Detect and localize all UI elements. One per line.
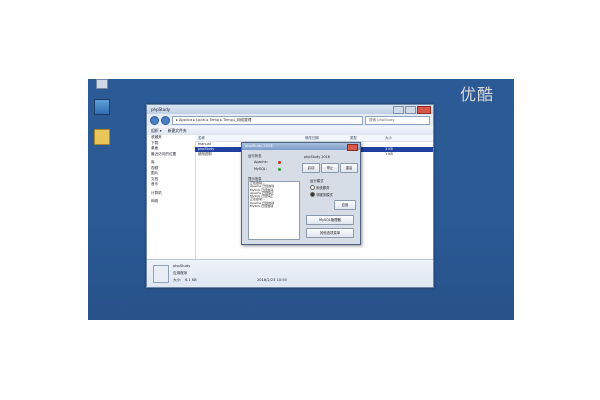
column-type[interactable]: 类型 <box>350 135 357 141</box>
mode-service-radio[interactable] <box>310 185 315 190</box>
video-watermark: 优酷 <box>459 85 494 104</box>
desktop: 优酷 phpStudy ▸ Applica ▸ Local ▸ Temp ▸ T… <box>88 79 514 320</box>
dialog-title[interactable]: phpStudy 2016 <box>242 143 360 150</box>
desktop-icon-computer[interactable] <box>88 99 116 117</box>
maximize-button[interactable] <box>405 106 416 114</box>
desktop-icon-recycle-bin[interactable] <box>88 79 116 91</box>
mode-service-label: 系统服务 <box>316 186 330 190</box>
details-type: 应用程序 <box>173 271 188 275</box>
search-input[interactable]: 搜索 phpStudy <box>365 115 430 125</box>
organize-menu[interactable]: 组织 ▾ <box>151 128 162 134</box>
apply-button[interactable]: 应用 <box>334 200 356 210</box>
desktop-icon-folder[interactable] <box>88 129 116 147</box>
mysql-status-indicator <box>278 168 281 171</box>
address-bar[interactable]: ▸ Applica ▸ Local ▸ Temp ▸ Temp1_网络整理 <box>172 115 363 125</box>
new-folder-button[interactable]: 新建文件夹 <box>168 128 187 134</box>
application-icon <box>153 265 169 283</box>
recycle-bin-icon <box>96 79 108 89</box>
phpstudy-dialog: phpStudy 2016 运行状态 Apache: MySQL: phpStu… <box>241 142 361 245</box>
nav-item-music[interactable]: 音乐 <box>147 182 195 188</box>
nav-item-network[interactable]: 网络 <box>147 199 195 205</box>
mysql-label: MySQL: <box>254 167 267 171</box>
file-name: 使用说明 <box>198 152 212 156</box>
apache-label: Apache: <box>254 160 268 164</box>
forward-button[interactable] <box>161 115 170 125</box>
start-button[interactable]: 启动 <box>302 163 320 173</box>
dialog-close-button[interactable] <box>347 144 358 151</box>
back-button[interactable] <box>150 115 159 125</box>
column-name[interactable]: 名称 <box>198 135 205 141</box>
computer-icon <box>94 99 110 115</box>
file-size: 1 KB <box>385 152 393 156</box>
navigation-pane: 收藏夹 下载 桌面 最近访问的位置 库 视频 图片 文档 音乐 计算机 网络 <box>147 135 196 260</box>
column-header: 名称 修改日期 类型 大小 <box>195 135 433 142</box>
apache-status-indicator <box>278 161 281 164</box>
explorer-titlebar[interactable]: phpStudy <box>147 105 433 114</box>
window-title: phpStudy <box>151 107 171 112</box>
details-size-label: 大小: <box>173 278 182 282</box>
address-row: ▸ Applica ▸ Local ▸ Temp ▸ Temp1_网络整理 搜索… <box>147 114 433 126</box>
details-modified: 2016/2/23 10:50 <box>257 278 287 282</box>
other-options-button[interactable]: 其他选项菜单 <box>306 228 354 238</box>
mode-heading: 运行模式 <box>310 179 324 183</box>
details-name: phpStudy <box>173 264 191 268</box>
column-modified[interactable]: 修改日期 <box>305 135 319 141</box>
column-size[interactable]: 大小 <box>385 135 392 141</box>
log-box: 正在启动... Apache 已经启动 MySQL 已经启动 Apache 已经… <box>248 181 300 240</box>
stop-button[interactable]: 停止 <box>321 163 339 173</box>
details-size: 6.1 KB <box>185 278 197 282</box>
mode-nonservice-radio[interactable] <box>310 192 315 197</box>
mode-nonservice-label: 非服务模式 <box>316 193 333 197</box>
version-label: phpStudy 2016 <box>304 155 330 159</box>
mysql-manager-button[interactable]: MySQL管理器 <box>306 215 354 225</box>
nav-item-computer[interactable]: 计算机 <box>147 191 195 197</box>
close-button[interactable] <box>417 106 431 114</box>
folder-icon <box>94 129 110 145</box>
log-line: MySQL 已经启动 <box>250 204 274 209</box>
details-pane: phpStudy 应用程序 大小: 6.1 KB 2016/2/23 10:50 <box>147 259 433 287</box>
nav-item-recent[interactable]: 最近访问的位置 <box>147 152 195 158</box>
restart-button[interactable]: 重启 <box>340 163 358 173</box>
status-heading: 运行状态 <box>248 154 262 158</box>
minimize-button[interactable] <box>393 106 404 114</box>
